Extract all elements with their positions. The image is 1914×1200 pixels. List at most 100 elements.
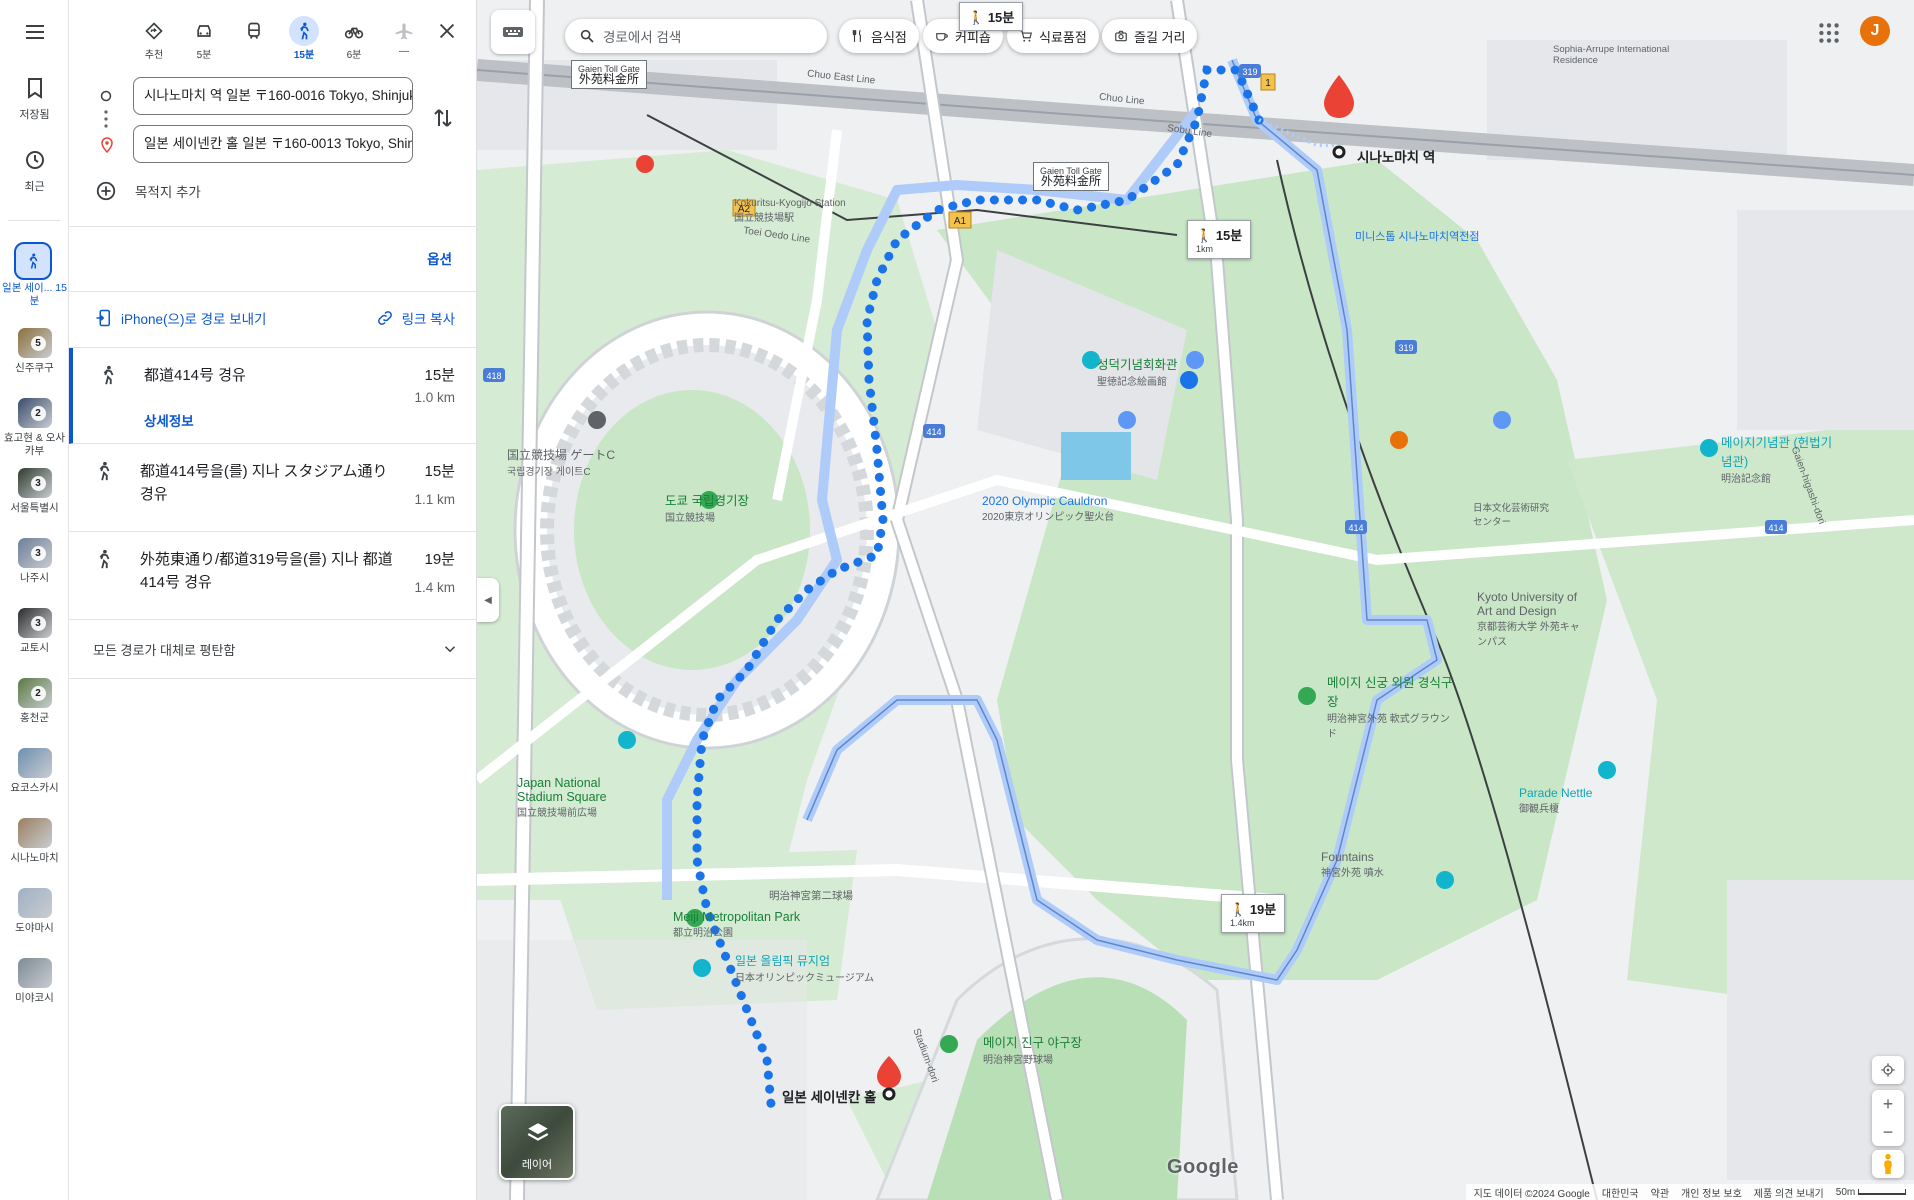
recent-item[interactable]: 도야마시	[0, 888, 69, 935]
fountain-poi-icon[interactable]	[1436, 871, 1454, 889]
second-field-label[interactable]: 明治神宮第二球場	[769, 888, 853, 903]
sophia-label[interactable]: Sophia-Arrupe International Residence	[1553, 44, 1683, 66]
chip-things-to-do[interactable]: 즐길 거리	[1102, 19, 1198, 53]
olympic-poi-icon[interactable]	[1180, 371, 1198, 389]
gate-poi-icon[interactable]	[588, 411, 606, 429]
chip-restaurants[interactable]: 음식점	[839, 19, 919, 53]
menu-button[interactable]	[0, 20, 69, 50]
account-avatar[interactable]: J	[1860, 16, 1890, 46]
fountains-label[interactable]: Fountains 神宮外苑 噴水	[1321, 850, 1384, 879]
copy-link-button[interactable]: 링크 복사	[376, 308, 455, 328]
kokuritsu-station-label[interactable]: Kokuritsu-Kyogijo Station 国立競技場駅	[734, 198, 846, 224]
collapse-panel-button[interactable]: ◀	[477, 578, 499, 622]
map-canvas[interactable]: 319 414 414 418 414 319 A2 A1 1 경로에서 검색 …	[477, 0, 1914, 1200]
recent-item[interactable]: 시나노마치	[0, 818, 69, 865]
toll-gate-jp: 外苑料金所	[578, 72, 639, 86]
origin-label[interactable]: 시나노마치 역	[1357, 146, 1435, 166]
recent-item[interactable]: 3 나주시	[0, 538, 69, 585]
toll-gate-label[interactable]: Gaien Toll Gate 外苑料金所	[571, 60, 647, 89]
restaurant-poi-icon[interactable]	[1390, 431, 1408, 449]
swap-icon[interactable]	[431, 106, 455, 130]
japan-art-label[interactable]: 日本文化芸術研究センター	[1473, 500, 1553, 528]
kyoto-univ-label[interactable]: Kyoto University of Art and Design 京都芸術大学…	[1477, 590, 1587, 648]
mode-flight[interactable]: —	[379, 16, 429, 62]
seitoku-label[interactable]: 성덕기념회화관 聖徳記念絵画館	[1097, 354, 1178, 388]
mode-bike[interactable]: 6분	[329, 16, 379, 62]
layers-button[interactable]: 레이어	[499, 1104, 575, 1180]
keyboard-button[interactable]	[491, 10, 535, 54]
recent-item[interactable]: 3 교토시	[0, 608, 69, 655]
my-location-button[interactable]	[1872, 1056, 1904, 1084]
recent-button[interactable]: 최근	[0, 148, 69, 194]
parade-label[interactable]: Parade Nettle 御観兵榎	[1519, 786, 1592, 815]
stadium-square-poi-icon[interactable]	[618, 731, 636, 749]
olympic-label[interactable]: 2020 Olympic Cauldron 2020東京オリンピック聖火台	[982, 494, 1114, 523]
destination-input[interactable]: 일본 세이넨칸 홀 일본 〒160-0013 Tokyo, Shinjuku	[133, 125, 413, 163]
fountains-sub: 神宮外苑 噴水	[1321, 868, 1384, 879]
route-note-row[interactable]: 모든 경로가 대체로 평탄함	[93, 640, 459, 659]
privacy-link[interactable]: 개인 정보 보호	[1681, 1185, 1742, 1200]
destination-label[interactable]: 일본 세이넨칸 홀	[782, 1086, 876, 1106]
origin-input[interactable]: 시나노마치 역 일본 〒160-0016 Tokyo, Shinjuku Cit…	[133, 77, 413, 115]
scale-bar[interactable]: 50m	[1836, 1187, 1906, 1198]
recent-item[interactable]: 미야코시	[0, 958, 69, 1005]
jingu-stadium-poi-icon[interactable]	[940, 1035, 958, 1053]
close-directions-icon[interactable]	[436, 20, 458, 42]
active-directions-label: 일본 세이... 15분	[2, 282, 67, 307]
meiji-park-label[interactable]: Meiji Metropolitan Park 都立明治公園	[673, 910, 800, 939]
jingu-stadium-label[interactable]: 메이지 진구 야구장 明治神宮野球場	[983, 1032, 1082, 1066]
parade-poi-icon[interactable]	[1598, 761, 1616, 779]
olympic-museum-poi-icon[interactable]	[693, 959, 711, 977]
route-time: 19분	[424, 551, 456, 568]
gate-label[interactable]: 国立競技場 ゲートC 국립경기장 게이트C	[507, 446, 615, 478]
options-button[interactable]: 옵션	[427, 248, 452, 268]
mode-walk[interactable]: 15분	[279, 16, 329, 62]
walk-time-badge[interactable]: 🚶 15분	[959, 2, 1024, 31]
main-route-time-badge[interactable]: 🚶 15분 1km	[1187, 220, 1252, 259]
route-option[interactable]: 都道414号 경유 15분 1.0 km 상세정보	[69, 348, 477, 444]
route-option[interactable]: 都道414号을(를) 지나 スタジアム通り 경유 15분 1.1 km	[69, 444, 477, 532]
ministop-label[interactable]: 미니스톱 시나노마치역전점	[1355, 228, 1480, 244]
stadium-square-label[interactable]: Japan National Stadium Square 国立競技場前広場	[517, 776, 637, 819]
olympic-museum-label[interactable]: 일본 올림픽 뮤지엄 日本オリンピックミュージアム	[735, 952, 874, 984]
active-directions-button[interactable]	[14, 242, 52, 280]
meiji-hall-label[interactable]: 메이지기념관 (헌법기념관) 明治記念館	[1721, 432, 1841, 485]
add-destination-button[interactable]: 목적지 추가	[95, 180, 201, 202]
meiji-hall-poi-icon[interactable]	[1700, 439, 1718, 457]
recent-label: 교토시	[20, 642, 49, 654]
zoom-out-button[interactable]: −	[1872, 1118, 1904, 1146]
recent-thumbnail: 5	[17, 328, 52, 358]
country-link[interactable]: 대한민국	[1602, 1185, 1639, 1200]
parking-poi-icon[interactable]	[1493, 411, 1511, 429]
route-option[interactable]: 外苑東通り/都道319号을(를) 지나 都道414号 경유 19분 1.4 km	[69, 532, 477, 620]
station-poi-icon[interactable]	[1326, 99, 1344, 117]
search-along-route-input[interactable]: 경로에서 검색	[565, 19, 827, 53]
mode-recommended[interactable]: 추천	[129, 16, 179, 62]
stadium-label[interactable]: 도쿄 국립경기장 国立競技場	[665, 490, 749, 524]
alt-route-time-badge[interactable]: 🚶 19분 1.4km	[1221, 894, 1286, 933]
toll-gate-label[interactable]: Gaien Toll Gate 外苑料金所	[1033, 162, 1109, 191]
station-exit-a1[interactable]: A1	[948, 211, 972, 229]
saved-button[interactable]: 저장됨	[0, 76, 69, 122]
kokuritsu-station-name: Kokuritsu-Kyogijo Station	[734, 198, 846, 209]
recent-item[interactable]: 3 서울특별시	[0, 468, 69, 515]
gaien-field-label[interactable]: 메이지 신궁 외원 경식구장 明治神宮外苑 軟式グラウンド	[1327, 672, 1457, 740]
recent-item[interactable]: 2 효고현 & 오사카부	[0, 398, 69, 458]
feedback-link[interactable]: 제품 의견 보내기	[1754, 1185, 1824, 1200]
mode-transit[interactable]	[229, 16, 279, 62]
zoom-in-button[interactable]: +	[1872, 1090, 1904, 1118]
route-details-button[interactable]: 상세정보	[144, 410, 194, 430]
recent-item[interactable]: 2 홍천군	[0, 678, 69, 725]
apps-grid-icon[interactable]	[1816, 20, 1842, 46]
station-exit-1[interactable]: 1	[1260, 73, 1276, 91]
terms-link[interactable]: 약관	[1651, 1185, 1669, 1200]
art-poi-icon[interactable]	[1186, 351, 1204, 369]
parking-poi-icon[interactable]	[1118, 411, 1136, 429]
mode-car[interactable]: 5분	[179, 16, 229, 62]
gaien-field-poi-icon[interactable]	[1298, 687, 1316, 705]
recent-item[interactable]: 요코스카시	[0, 748, 69, 795]
send-to-phone-button[interactable]: iPhone(으)로 경로 보내기	[95, 308, 266, 328]
hotel-poi-icon[interactable]	[636, 155, 654, 173]
recent-item[interactable]: 5 신주쿠구	[0, 328, 69, 375]
street-view-button[interactable]	[1872, 1150, 1904, 1178]
